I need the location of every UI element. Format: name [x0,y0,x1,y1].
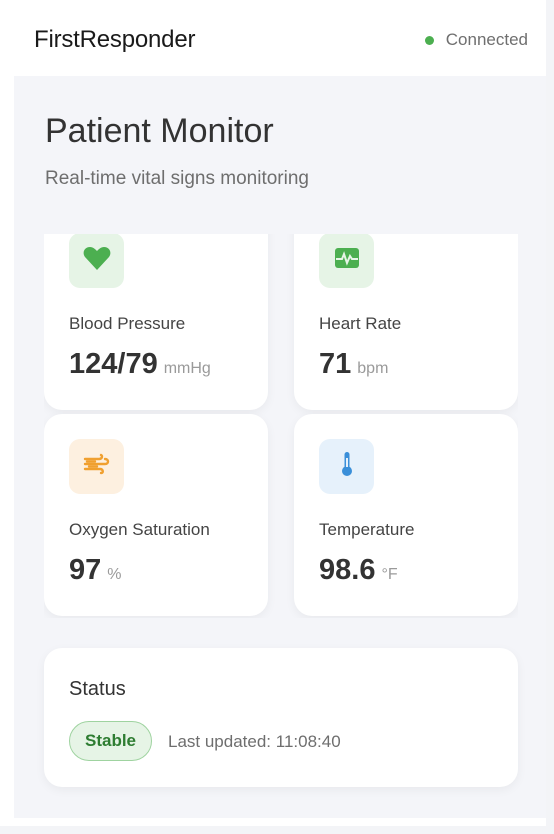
scrollbar-track[interactable] [546,0,554,834]
vital-unit: % [107,566,122,583]
vital-unit: °F [381,566,398,583]
vital-label: Oxygen Saturation [69,520,210,539]
vital-card-heart-rate: Heart Rate 71 bpm [294,234,518,410]
status-title: Status [69,678,126,700]
connection-indicator: Connected [424,30,528,50]
vital-value-row: 98.6 °F [319,554,398,587]
vital-card-temperature: Temperature 98.6 °F [294,414,518,616]
main-content: Patient Monitor Real-time vital signs mo… [14,76,546,818]
connection-status-label: Connected [445,30,528,49]
vital-value: 98.6 [319,554,376,586]
connection-status-dot [424,35,434,45]
app-title: FirstResponder [34,26,196,53]
page-title: Patient Monitor [45,112,274,150]
app-header: FirstResponder Connected [0,0,554,76]
wind-icon [83,453,111,480]
page-bottom-edge [0,826,554,834]
blood-pressure-icon-box [69,234,124,288]
vital-card-oxygen-saturation: Oxygen Saturation 97 % [44,414,268,616]
vital-value-row: 71 bpm [319,348,388,381]
vital-value-row: 124/79 mmHg [69,348,211,381]
vital-unit: mmHg [163,360,211,377]
vital-value: 97 [69,554,102,586]
heart-icon [83,245,111,276]
vital-unit: bpm [357,360,389,377]
thermometer-icon [340,450,354,483]
vital-value: 71 [319,348,352,380]
temperature-icon-box [319,439,374,494]
last-updated-text: Last updated: 11:08:40 [168,732,341,751]
vital-label: Temperature [319,520,415,539]
vitals-grid: Blood Pressure 124/79 mmHg Heart Rate 71… [44,234,518,618]
page-subtitle: Real-time vital signs monitoring [45,168,309,189]
oxygen-icon-box [69,439,124,494]
vital-card-blood-pressure: Blood Pressure 124/79 mmHg [44,234,268,410]
vital-value-row: 97 % [69,554,122,587]
heart-pulse-icon [333,246,361,275]
status-badge: Stable [69,721,152,761]
heart-rate-icon-box [319,234,374,288]
vital-label: Blood Pressure [69,314,186,333]
status-card: Status Stable Last updated: 11:08:40 [44,648,518,787]
vital-label: Heart Rate [319,314,402,333]
vital-value: 124/79 [69,348,158,380]
